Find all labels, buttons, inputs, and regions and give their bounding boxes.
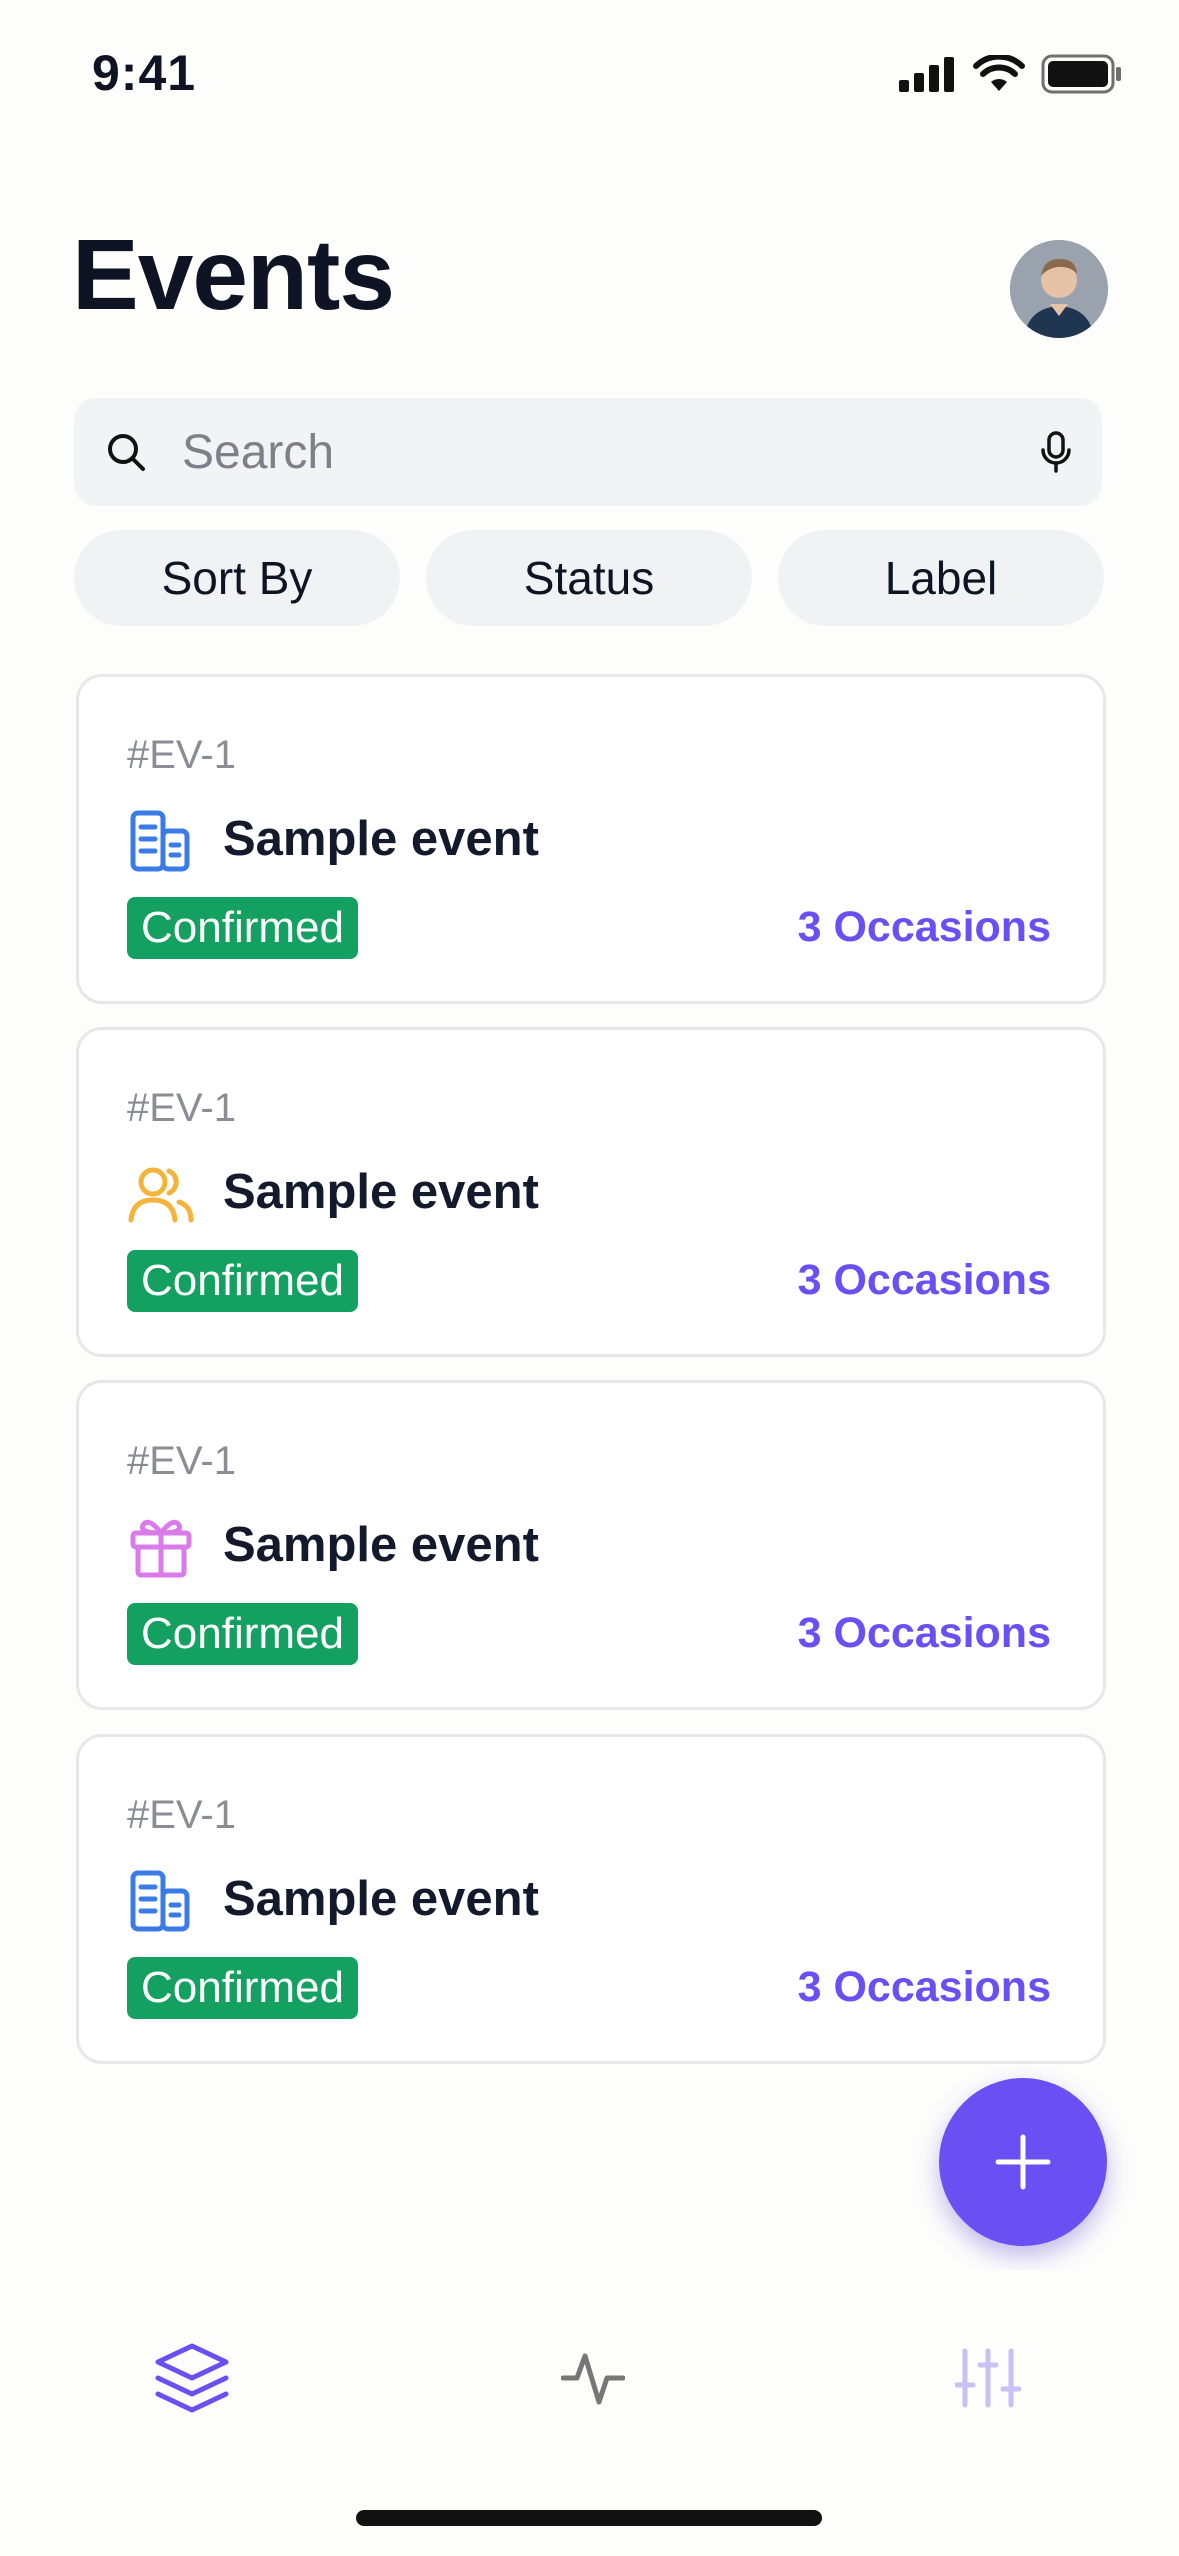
wifi-icon (973, 55, 1025, 91)
status-icons (899, 54, 1123, 94)
search-input[interactable] (182, 398, 982, 506)
gift-icon (130, 1519, 192, 1578)
occasions-link[interactable]: 3 Occasions (798, 1256, 1051, 1305)
users-icon (128, 1167, 194, 1223)
sort-by-chip[interactable]: Sort By (74, 530, 400, 626)
building-icon (130, 810, 190, 872)
page-title: Events (72, 219, 395, 331)
microphone-icon[interactable] (1040, 430, 1072, 474)
add-event-button[interactable] (939, 2078, 1107, 2246)
status-chip[interactable]: Status (426, 530, 752, 626)
avatar[interactable] (1010, 240, 1108, 338)
tab-settings[interactable] (928, 2328, 1048, 2428)
occasions-link[interactable]: 3 Occasions (798, 903, 1051, 952)
event-name: Sample event (223, 1872, 539, 1926)
event-id: #EV-1 (127, 1793, 236, 1837)
sliders-icon (955, 2348, 1021, 2408)
occasions-link[interactable]: 3 Occasions (798, 1963, 1051, 2012)
event-name: Sample event (223, 1165, 539, 1219)
label-chip[interactable]: Label (778, 530, 1104, 626)
event-card[interactable]: #EV-1 Sample event Confirmed 3 Occasions (76, 1380, 1106, 1710)
status-time: 9:41 (92, 45, 197, 101)
activity-icon (561, 2353, 625, 2405)
battery-icon (1041, 54, 1121, 94)
plus-icon (995, 2134, 1051, 2190)
event-name: Sample event (223, 812, 539, 866)
event-id: #EV-1 (127, 1086, 236, 1130)
search-bar[interactable] (74, 398, 1102, 506)
tab-activity[interactable] (533, 2328, 653, 2428)
occasions-link[interactable]: 3 Occasions (798, 1609, 1051, 1658)
tab-events[interactable] (132, 2328, 252, 2428)
status-badge: Confirmed (127, 1603, 358, 1665)
event-card[interactable]: #EV-1 Sample event Confirmed 3 Occasions (76, 1734, 1106, 2064)
event-card[interactable]: #EV-1 Sample event Confirmed 3 Occasions (76, 1027, 1106, 1357)
signal-icon (899, 57, 954, 92)
event-id: #EV-1 (127, 733, 236, 777)
home-indicator (356, 2510, 822, 2526)
event-name: Sample event (223, 1518, 539, 1572)
building-icon (130, 1870, 190, 1932)
search-icon (108, 434, 145, 471)
status-badge: Confirmed (127, 1957, 358, 2019)
avatar-image (1010, 240, 1108, 338)
event-id: #EV-1 (127, 1439, 236, 1483)
status-badge: Confirmed (127, 897, 358, 959)
filter-chips: Sort By Status Label (74, 530, 1104, 626)
status-badge: Confirmed (127, 1250, 358, 1312)
event-card[interactable]: #EV-1 Sample event Confirmed 3 Occasions (76, 674, 1106, 1004)
layers-icon (155, 2343, 229, 2413)
